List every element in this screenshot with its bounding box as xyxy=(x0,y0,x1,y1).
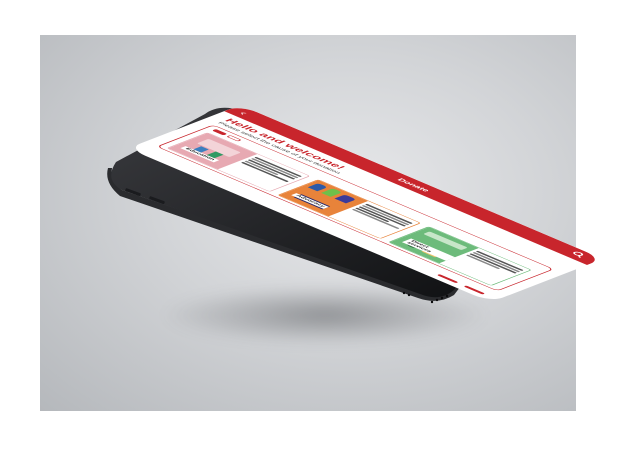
chevron-left-icon[interactable]: ‹ xyxy=(236,110,251,116)
search-icon[interactable] xyxy=(569,250,588,258)
card-label: Advocacy xyxy=(291,193,330,210)
